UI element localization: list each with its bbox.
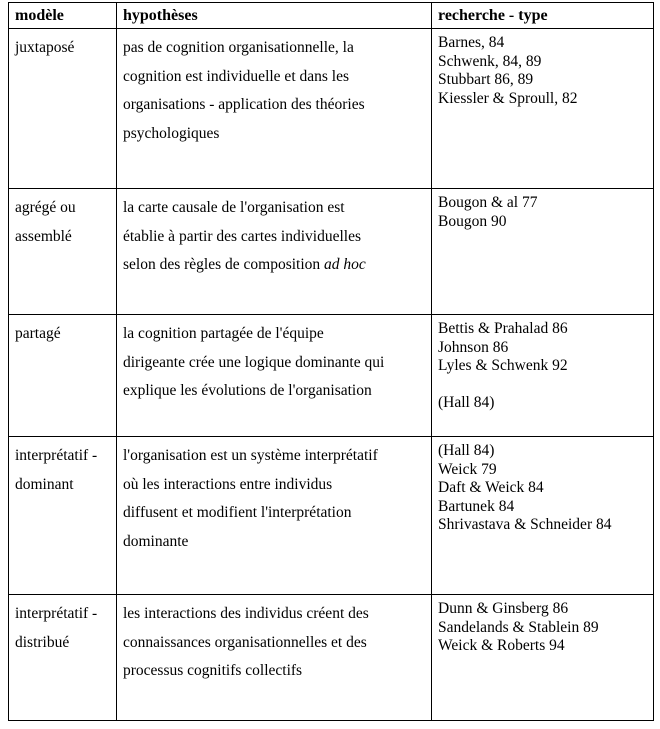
table-row: juxtaposé pas de cognition organisationn… (8, 28, 654, 189)
model-line: interprétatif - (15, 605, 98, 622)
hypothesis-line: organisations - application des théories (123, 96, 365, 113)
reference-line: Bartunek 84 (438, 497, 515, 515)
model-line: interprétatif - (15, 447, 98, 464)
reference-line: Weick & Roberts 94 (438, 637, 565, 654)
document-page: modèle hypothèses recherche - type juxta… (0, 0, 660, 729)
reference-line: (Hall 84) (438, 394, 495, 411)
cell-model: interprétatif - dominant (8, 436, 117, 595)
hypothesis-line: la carte causale de l'organisation est (123, 199, 345, 216)
table-row: interprétatif - dominant l'organisation … (8, 436, 654, 595)
table-row: partagé la cognition partagée de l'équip… (8, 314, 654, 437)
reference-line: Barnes, 84 (438, 34, 505, 51)
table-header: modèle hypothèses recherche - type (8, 2, 654, 29)
cell-hypothesis: les interactions des individus créent de… (116, 594, 432, 721)
hypothesis-line: explique les évolutions de l'organisatio… (123, 382, 372, 399)
table-header-row: modèle hypothèses recherche - type (8, 2, 654, 29)
hypothesis-line: dominante (123, 532, 189, 550)
reference-line: Sandelands & Stablein 89 (438, 618, 599, 636)
reference-line: (Hall 84) (438, 442, 495, 459)
hypothesis-line: diffusent et modifient l'interprétation (123, 504, 352, 521)
cell-research: Bougon & al 77 Bougon 90 (431, 188, 654, 315)
model-line: juxtaposé (15, 39, 75, 56)
reference-blank-line (438, 376, 653, 395)
cell-hypothesis: pas de cognition organisationnelle, la c… (116, 28, 432, 189)
hypothesis-line: les interactions des individus créent de… (123, 605, 369, 622)
hypothesis-line-text: selon des règles de composition (123, 256, 325, 273)
column-header-recherche-type: recherche - type (431, 2, 654, 29)
reference-line: Weick 79 (438, 460, 497, 478)
hypothesis-line: selon des règles de composition ad hoc (123, 251, 431, 280)
model-line: distribué (15, 633, 70, 651)
hypothesis-line: cognition est individuelle et dans les (123, 67, 349, 85)
reference-line: Schwenk, 84, 89 (438, 52, 542, 70)
reference-line: Lyles & Schwenk 92 (438, 357, 568, 374)
column-header-modele: modèle (8, 2, 117, 29)
table-body: juxtaposé pas de cognition organisationn… (8, 28, 654, 721)
reference-line: Shrivastava & Schneider 84 (438, 516, 612, 533)
hypothesis-line: psychologiques (123, 124, 220, 142)
cell-hypothesis: la cognition partagée de l'équipe dirige… (116, 314, 432, 437)
hypothesis-line: l'organisation est un système interpréta… (123, 447, 378, 464)
hypothesis-line: la cognition partagée de l'équipe (123, 325, 324, 342)
cell-model: juxtaposé (8, 28, 117, 189)
hypothesis-line: dirigeante crée une logique dominante qu… (123, 353, 385, 371)
hypothesis-line: où les interactions entre individus (123, 475, 333, 493)
reference-line: Bettis & Prahalad 86 (438, 320, 568, 337)
reference-line: Bougon 90 (438, 212, 507, 230)
cell-research: (Hall 84) Weick 79 Daft & Weick 84 Bartu… (431, 436, 654, 595)
hypothesis-line: établie à partir des cartes individuelle… (123, 227, 362, 245)
reference-line: Bougon & al 77 (438, 194, 538, 211)
models-hypotheses-table: modèle hypothèses recherche - type juxta… (8, 2, 654, 721)
cell-model: agrégé ou assemblé (8, 188, 117, 315)
cell-research: Bettis & Prahalad 86 Johnson 86 Lyles & … (431, 314, 654, 437)
table-row: agrégé ou assemblé la carte causale de l… (8, 188, 654, 315)
reference-line: Stubbart 86, 89 (438, 71, 534, 88)
reference-line: Daft & Weick 84 (438, 479, 544, 496)
cell-model: partagé (8, 314, 117, 437)
hypothesis-italic-term: ad hoc (324, 256, 366, 273)
reference-line: Kiessler & Sproull, 82 (438, 89, 578, 107)
model-line: agrégé ou (15, 199, 76, 216)
column-header-hypotheses: hypothèses (116, 2, 432, 29)
reference-line: Johnson 86 (438, 338, 509, 356)
model-line: dominant (15, 475, 74, 493)
hypothesis-line: pas de cognition organisationnelle, la (123, 39, 354, 56)
cell-research: Barnes, 84 Schwenk, 84, 89 Stubbart 86, … (431, 28, 654, 189)
cell-hypothesis: l'organisation est un système interpréta… (116, 436, 432, 595)
cell-hypothesis: la carte causale de l'organisation est é… (116, 188, 432, 315)
table-row: interprétatif - distribué les interactio… (8, 594, 654, 721)
model-line: partagé (15, 325, 61, 342)
hypothesis-line: connaissances organisationnelles et des (123, 633, 367, 651)
cell-model: interprétatif - distribué (8, 594, 117, 721)
reference-line: Dunn & Ginsberg 86 (438, 600, 569, 617)
model-line: assemblé (15, 227, 72, 245)
hypothesis-line: processus cognitifs collectifs (123, 662, 303, 679)
cell-research: Dunn & Ginsberg 86 Sandelands & Stablein… (431, 594, 654, 721)
